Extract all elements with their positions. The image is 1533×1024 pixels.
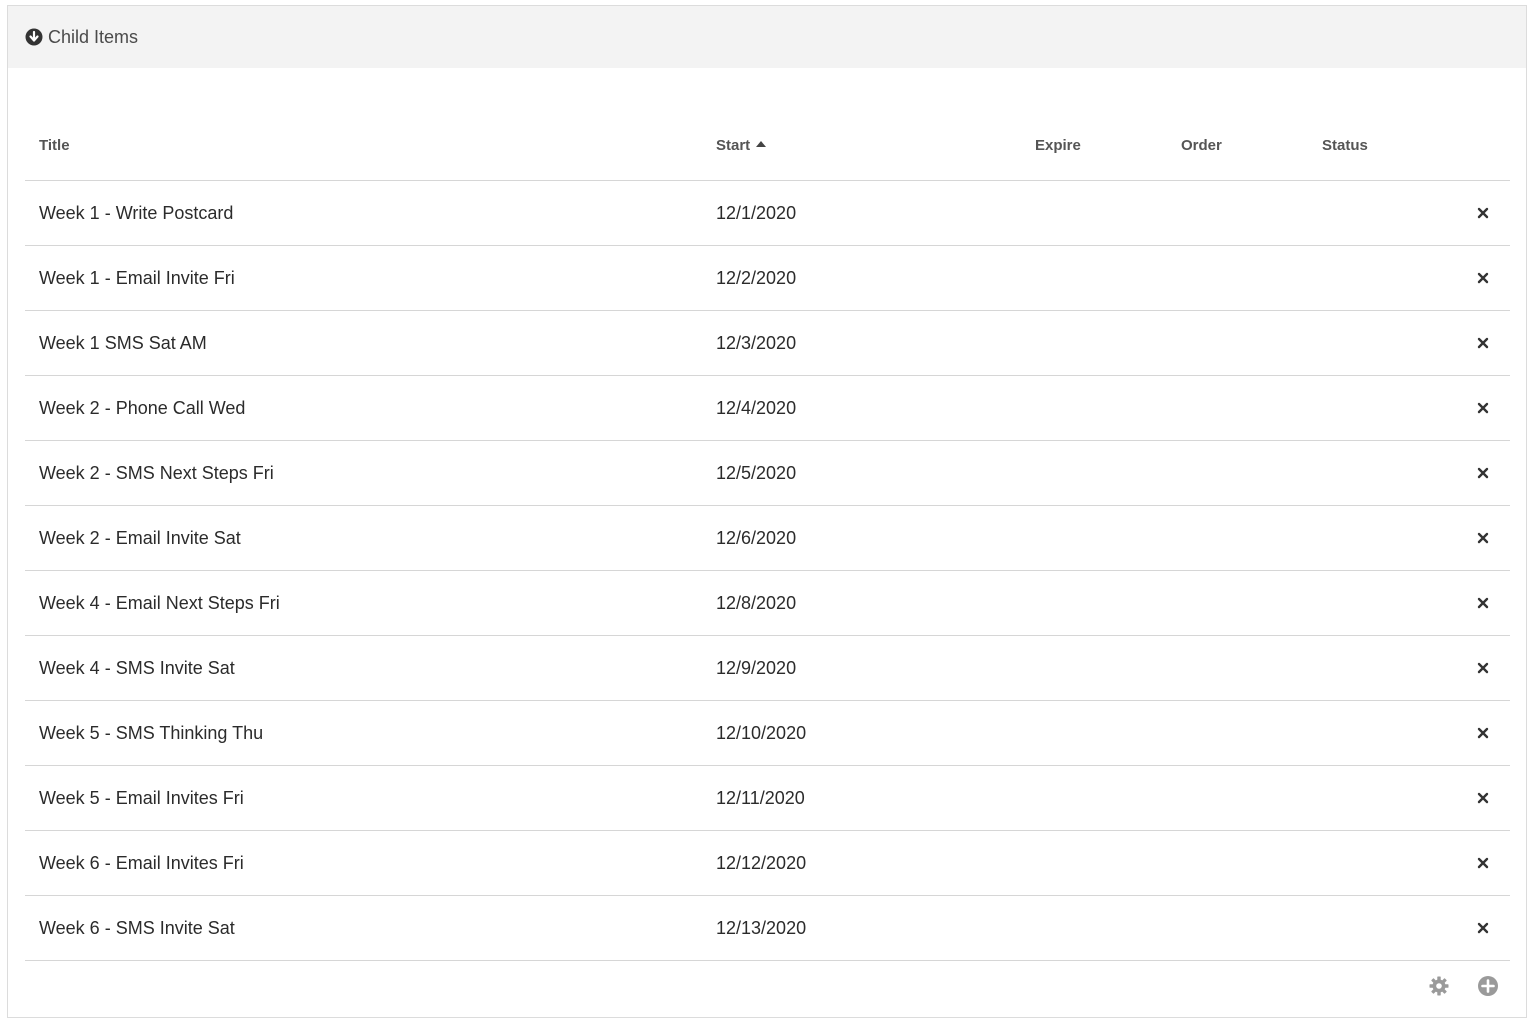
close-icon (1477, 727, 1489, 739)
row-start: 12/6/2020 (716, 527, 797, 548)
row-title[interactable]: Week 1 - Write Postcard (39, 203, 233, 224)
plus-circle-icon[interactable] (1477, 975, 1499, 997)
delete-row-button[interactable] (1473, 528, 1493, 548)
table-row[interactable]: Week 4 - SMS Invite Sat 12/9/2020 (25, 636, 1510, 701)
column-header-expire[interactable]: Expire (1035, 137, 1081, 154)
sort-ascending-icon (756, 141, 767, 148)
row-title[interactable]: Week 2 - SMS Next Steps Fri (39, 463, 274, 484)
row-title[interactable]: Week 5 - Email Invites Fri (39, 788, 244, 809)
row-title[interactable]: Week 1 SMS Sat AM (39, 333, 207, 354)
row-start: 12/10/2020 (716, 722, 807, 743)
grid-header: Title Start Expire Order Status (25, 111, 1510, 181)
delete-row-button[interactable] (1473, 268, 1493, 288)
column-header-order[interactable]: Order (1181, 137, 1222, 154)
close-icon (1477, 922, 1489, 934)
row-title[interactable]: Week 6 - SMS Invite Sat (39, 918, 235, 939)
gear-icon[interactable] (1428, 975, 1450, 997)
close-icon (1477, 402, 1489, 414)
child-items-panel: Child Items Title Start Expire Order Sta… (7, 5, 1527, 1018)
table-row[interactable]: Week 1 SMS Sat AM 12/3/2020 (25, 311, 1510, 376)
close-icon (1477, 857, 1489, 869)
column-header-start[interactable]: Start (716, 137, 767, 154)
column-header-start-label: Start (716, 137, 751, 154)
row-start: 12/13/2020 (716, 917, 807, 938)
delete-row-button[interactable] (1473, 658, 1493, 678)
close-icon (1477, 532, 1489, 544)
table-row[interactable]: Week 2 - Phone Call Wed 12/4/2020 (25, 376, 1510, 441)
close-icon (1477, 662, 1489, 674)
grid-footer (25, 966, 1510, 1006)
delete-row-button[interactable] (1473, 463, 1493, 483)
row-start: 12/1/2020 (716, 202, 797, 223)
child-items-grid: Title Start Expire Order Status Week 1 -… (25, 111, 1510, 961)
row-title[interactable]: Week 4 - Email Next Steps Fri (39, 593, 280, 614)
panel-title: Child Items (48, 26, 139, 47)
row-start: 12/3/2020 (716, 332, 797, 353)
delete-row-button[interactable] (1473, 918, 1493, 938)
delete-row-button[interactable] (1473, 788, 1493, 808)
grid-body: Week 1 - Write Postcard 12/1/2020 Week 1 -… (25, 181, 1510, 961)
row-title[interactable]: Week 2 - Email Invite Sat (39, 528, 241, 549)
table-row[interactable]: Week 5 - Email Invites Fri 12/11/2020 (25, 766, 1510, 831)
close-icon (1477, 467, 1489, 479)
delete-row-button[interactable] (1473, 333, 1493, 353)
close-icon (1477, 597, 1489, 609)
close-icon (1477, 272, 1489, 284)
row-start: 12/2/2020 (716, 267, 797, 288)
table-row[interactable]: Week 5 - SMS Thinking Thu 12/10/2020 (25, 701, 1510, 766)
row-start: 12/5/2020 (716, 462, 797, 483)
delete-row-button[interactable] (1473, 723, 1493, 743)
close-icon (1477, 337, 1489, 349)
delete-row-button[interactable] (1473, 203, 1493, 223)
row-start: 12/11/2020 (716, 787, 805, 808)
table-row[interactable]: Week 1 - Write Postcard 12/1/2020 (25, 181, 1510, 246)
column-header-status[interactable]: Status (1322, 137, 1368, 154)
table-row[interactable]: Week 4 - Email Next Steps Fri 12/8/2020 (25, 571, 1510, 636)
row-start: 12/12/2020 (716, 852, 807, 873)
table-row[interactable]: Week 6 - Email Invites Fri 12/12/2020 (25, 831, 1510, 896)
row-title[interactable]: Week 1 - Email Invite Fri (39, 268, 235, 289)
row-start: 12/9/2020 (716, 657, 797, 678)
delete-row-button[interactable] (1473, 853, 1493, 873)
row-start: 12/8/2020 (716, 592, 797, 613)
column-header-title[interactable]: Title (39, 137, 70, 154)
panel-header[interactable]: Child Items (8, 6, 1526, 68)
close-icon (1477, 207, 1489, 219)
row-title[interactable]: Week 5 - SMS Thinking Thu (39, 723, 263, 744)
row-title[interactable]: Week 4 - SMS Invite Sat (39, 658, 235, 679)
row-start: 12/4/2020 (716, 397, 797, 418)
arrow-circle-down-icon[interactable] (25, 28, 43, 46)
table-row[interactable]: Week 1 - Email Invite Fri 12/2/2020 (25, 246, 1510, 311)
row-title[interactable]: Week 2 - Phone Call Wed (39, 398, 245, 419)
delete-row-button[interactable] (1473, 593, 1493, 613)
table-row[interactable]: Week 2 - Email Invite Sat 12/6/2020 (25, 506, 1510, 571)
table-row[interactable]: Week 2 - SMS Next Steps Fri 12/5/2020 (25, 441, 1510, 506)
table-row[interactable]: Week 6 - SMS Invite Sat 12/13/2020 (25, 896, 1510, 961)
delete-row-button[interactable] (1473, 398, 1493, 418)
row-title[interactable]: Week 6 - Email Invites Fri (39, 853, 244, 874)
close-icon (1477, 792, 1489, 804)
